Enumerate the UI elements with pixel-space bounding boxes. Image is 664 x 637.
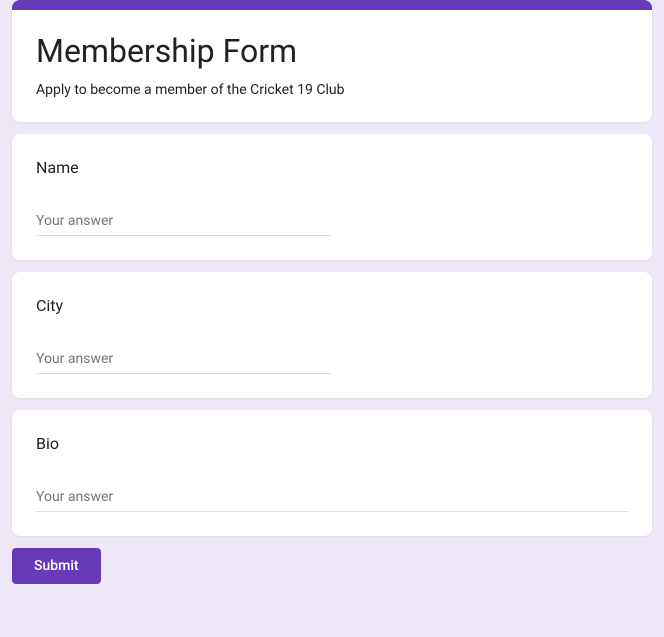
question-card-name: Name <box>12 134 652 260</box>
question-label-name: Name <box>36 158 628 177</box>
question-label-bio: Bio <box>36 434 628 453</box>
form-container: Membership Form Apply to become a member… <box>0 0 664 596</box>
city-input[interactable] <box>36 347 331 374</box>
submit-button[interactable]: Submit <box>12 548 101 584</box>
question-card-city: City <box>12 272 652 398</box>
bio-input[interactable] <box>36 485 628 512</box>
form-description: Apply to become a member of the Cricket … <box>36 82 628 98</box>
name-input[interactable] <box>36 209 331 236</box>
form-title: Membership Form <box>36 32 628 70</box>
question-card-bio: Bio <box>12 410 652 536</box>
question-label-city: City <box>36 296 628 315</box>
form-header-card: Membership Form Apply to become a member… <box>12 0 652 122</box>
